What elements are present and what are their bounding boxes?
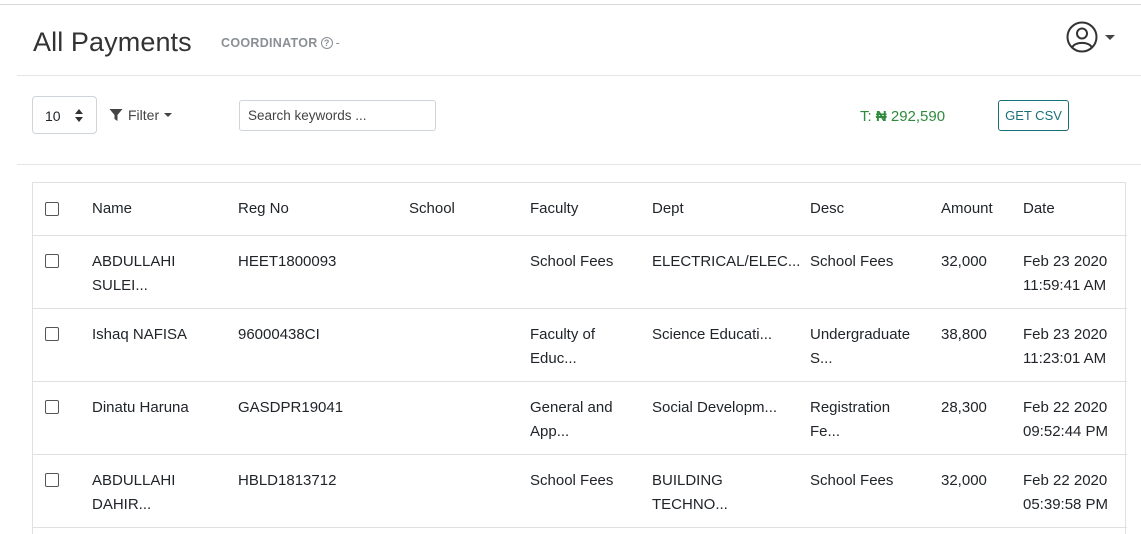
cell-amount: 32,000 [941,471,987,489]
column-header[interactable]: Desc [810,183,941,236]
cell-date: Feb 22 2020 05:39:58 PM [1023,471,1109,513]
cell-dept: BUILDING TECHNO... [652,471,728,513]
toolbar: 10 Filter T: ₦ 292,590 GET CSV [17,76,1141,165]
column-header[interactable]: Amount [941,183,1023,236]
cell-name: Ishaq NAFISA [92,325,188,343]
page-title: All Payments [33,27,192,57]
cell-desc: School Fees [810,471,894,489]
column-header[interactable]: School [409,183,530,236]
cell-name: ABDULLAHI SULEI... [92,252,176,294]
filter-icon [109,109,123,121]
cell-name: Dinatu Haruna [92,398,189,416]
role-suffix: - [335,36,340,50]
column-header[interactable]: Date [1023,183,1127,236]
cell-reg-no: 96000438CI [238,325,320,343]
cell-amount: 38,800 [941,325,987,343]
chevron-down-icon [1105,34,1115,40]
search-input[interactable] [239,100,436,131]
cell-faculty: General and App... [530,398,613,440]
role-indicator: COORDINATOR ? - [221,36,340,50]
column-header[interactable]: Name [92,183,238,236]
page-header: All Payments COORDINATOR ? - [17,5,1141,76]
page-size-select[interactable]: 10 [32,96,97,134]
filter-label: Filter [128,107,160,123]
select-arrows-icon [75,109,83,122]
row-checkbox[interactable] [45,326,59,341]
column-header[interactable]: Dept [652,183,810,236]
get-csv-button[interactable]: GET CSV [998,100,1069,131]
table-header-row: Name Reg No School Faculty Dept Desc Amo… [33,183,1127,236]
currency-symbol: ₦ [875,108,887,125]
cell-dept: ELECTRICAL/ELEC... [652,252,801,270]
cell-faculty: School Fees [530,252,614,270]
column-header[interactable]: Faculty [530,183,652,236]
chevron-down-icon [164,113,173,117]
row-checkbox[interactable] [45,253,59,268]
total-prefix: T: [860,108,872,125]
cell-amount: 32,000 [941,252,987,270]
cell-reg-no: HBLD1813712 [238,471,337,489]
payments-total: T: ₦ 292,590 [860,108,945,125]
payments-table: Name Reg No School Faculty Dept Desc Amo… [32,182,1127,534]
page-size-value: 10 [45,108,61,124]
cell-amount: 28,300 [941,398,987,416]
user-circle-icon [1066,21,1098,53]
cell-desc: Undergraduate S... [810,325,911,367]
cell-reg-no: GASDPR19041 [238,398,344,416]
filter-button[interactable]: Filter [109,107,173,123]
cell-date: Feb 23 2020 11:59:41 AM [1023,252,1108,294]
column-header[interactable]: Reg No [238,183,409,236]
cell-date: Feb 22 2020 09:52:44 PM [1023,398,1109,440]
select-all-cell [33,183,92,236]
cell-dept: Science Educati... [652,325,773,343]
cell-desc: Registration Fe... [810,398,891,440]
table-row[interactable]: ABDULLAHI DAHIR... HBLD1813712 School Fe… [33,454,1127,528]
table-row[interactable]: ABDULLAHI SULEI... HEET1800093 School Fe… [33,235,1127,309]
user-menu-button[interactable] [1066,21,1115,53]
cell-desc: School Fees [810,252,894,270]
row-checkbox[interactable] [45,399,59,414]
cell-date: Feb 23 2020 11:23:01 AM [1023,325,1108,367]
cell-dept: Social Developm... [652,398,778,416]
table-row[interactable]: Ishaq NAFISA 96000438CI Faculty of Educ.… [33,308,1127,382]
row-checkbox[interactable] [45,472,59,487]
cell-reg-no: HEET1800093 [238,252,337,270]
role-label: COORDINATOR [221,36,318,50]
total-amount: 292,590 [890,108,946,125]
cell-faculty: Faculty of Educ... [530,325,596,367]
cell-name: ABDULLAHI DAHIR... [92,471,176,513]
cell-faculty: School Fees [530,471,614,489]
help-icon[interactable]: ? [320,37,333,49]
table-row[interactable]: Dinatu Haruna GASDPR19041 General and Ap… [33,381,1127,455]
select-all-checkbox[interactable] [45,202,59,217]
